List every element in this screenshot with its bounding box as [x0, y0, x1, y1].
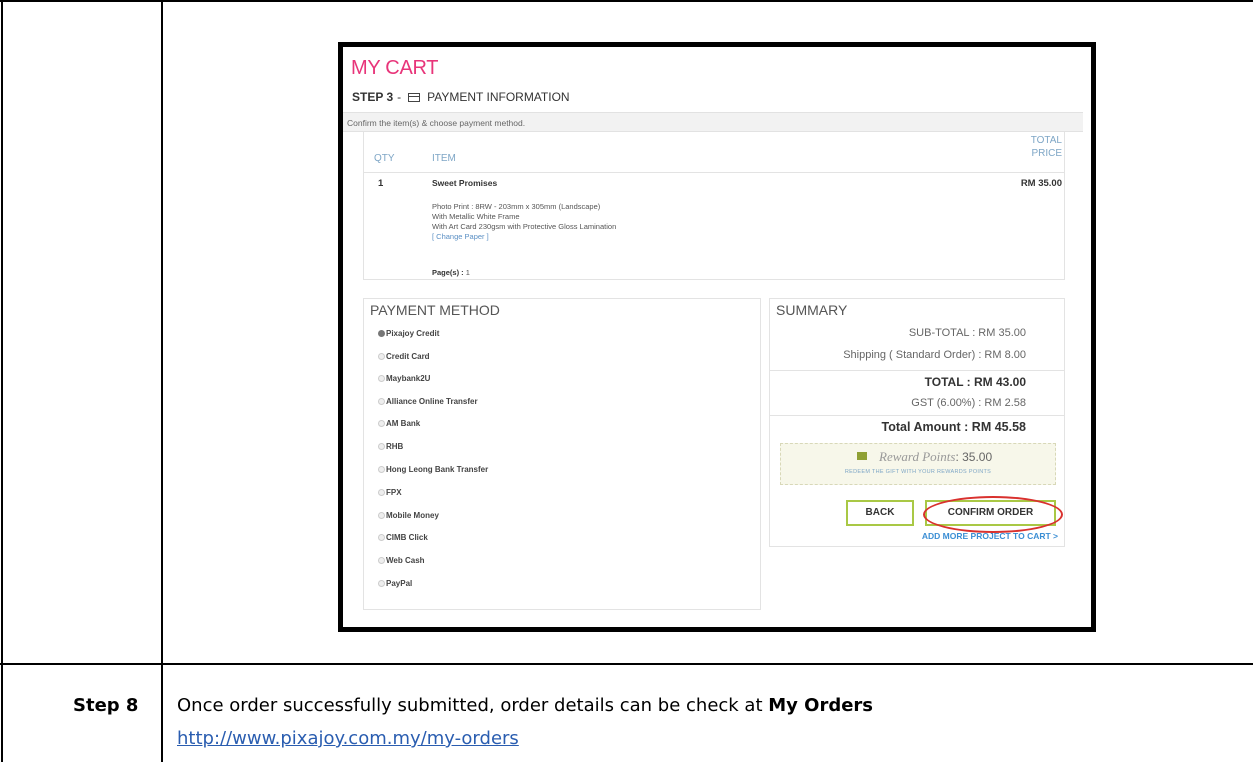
payment-option-label: RHB: [386, 442, 404, 451]
radio-button[interactable]: [378, 353, 385, 360]
payment-option-label: FPX: [386, 488, 402, 497]
column-header-total-line1: TOTAL: [1030, 135, 1062, 146]
cart-title: MY CART: [351, 57, 439, 79]
payment-option[interactable]: Pixajoy Credit: [378, 329, 439, 338]
payment-option[interactable]: CIMB Click: [378, 533, 428, 542]
credit-card-icon: [408, 92, 421, 102]
table-border-top: [0, 0, 1253, 2]
radio-button[interactable]: [378, 443, 385, 450]
table-border-left: [1, 0, 3, 762]
item-details: Photo Print : 8RW - 203mm x 305mm (Lands…: [432, 202, 616, 242]
column-header-qty: QTY: [374, 153, 395, 164]
reward-points-value: : 35.00: [955, 450, 993, 464]
table-column-divider: [161, 0, 163, 762]
reward-points-box: Reward Points: 35.00 REDEEM THE GIFT WIT…: [780, 443, 1056, 485]
shipping-row: Shipping ( Standard Order) : RM 8.00: [843, 349, 1026, 361]
header-divider: [364, 172, 1064, 173]
step-description: Once order successfully submitted, order…: [177, 695, 873, 716]
table-row-divider: [0, 663, 1253, 665]
item-qty: 1: [378, 178, 384, 189]
payment-option[interactable]: Hong Leong Bank Transfer: [378, 465, 488, 474]
payment-option-label: Alliance Online Transfer: [386, 397, 478, 406]
radio-button[interactable]: [378, 489, 385, 496]
payment-method-panel: PAYMENT METHOD Pixajoy Credit Credit Card…: [363, 298, 761, 610]
subtotal-row: SUB-TOTAL : RM 35.00: [908, 327, 1026, 339]
summary-divider: [770, 370, 1064, 371]
column-header-total-line2: PRICE: [1031, 148, 1062, 159]
summary-divider: [770, 415, 1064, 416]
total-amount-row: Total Amount : RM 45.58: [881, 420, 1026, 434]
item-detail-line: With Metallic White Frame: [432, 212, 520, 221]
gift-icon: [857, 452, 867, 460]
reward-points-subtitle: REDEEM THE GIFT WITH YOUR REWARDS POINTS: [844, 469, 992, 475]
column-header-item: ITEM: [432, 153, 456, 164]
radio-button[interactable]: [378, 375, 385, 382]
payment-option-label: Maybank2U: [386, 374, 431, 383]
payment-option[interactable]: RHB: [378, 442, 403, 451]
radio-button[interactable]: [378, 466, 385, 473]
payment-option-label: Mobile Money: [386, 511, 439, 520]
payment-option[interactable]: Credit Card: [378, 352, 430, 361]
change-paper-link[interactable]: [ Change Paper ]: [432, 232, 616, 242]
confirm-order-button[interactable]: CONFIRM ORDER: [925, 500, 1056, 526]
radio-button[interactable]: [378, 330, 385, 337]
pages-value: 1: [465, 268, 470, 277]
payment-option[interactable]: Mobile Money: [378, 511, 439, 520]
my-orders-text: My Orders: [768, 695, 874, 716]
my-orders-link[interactable]: http://www.pixajoy.com.my/my-orders: [177, 728, 519, 749]
step-label: Step 8: [73, 695, 139, 716]
payment-option[interactable]: Maybank2U: [378, 374, 430, 383]
radio-button[interactable]: [378, 557, 385, 564]
item-pages: Page(s) : 1: [432, 268, 470, 277]
item-price: RM 35.00: [1020, 178, 1062, 189]
step-description-text: Once order successfully submitted, order…: [177, 695, 769, 716]
instruction-bar: Confirm the item(s) & choose payment met…: [343, 112, 1083, 132]
item-detail-line: Photo Print : 8RW - 203mm x 305mm (Lands…: [432, 202, 601, 211]
payment-method-title: PAYMENT METHOD: [370, 302, 500, 318]
step-title: PAYMENT INFORMATION: [427, 90, 570, 104]
payment-option-label: PayPal: [386, 579, 413, 588]
summary-panel: SUMMARY SUB-TOTAL : RM 35.00 Shipping ( …: [769, 298, 1065, 547]
payment-option[interactable]: Web Cash: [378, 556, 425, 565]
radio-button[interactable]: [378, 512, 385, 519]
reward-points-label: Reward Points: [879, 449, 956, 464]
item-detail-line: With Art Card 230gsm with Protective Glo…: [432, 222, 617, 231]
total-row: TOTAL : RM 43.00: [924, 375, 1026, 389]
payment-option-label: Credit Card: [386, 352, 430, 361]
summary-title: SUMMARY: [776, 302, 848, 318]
radio-button[interactable]: [378, 420, 385, 427]
back-button[interactable]: BACK: [846, 500, 914, 526]
pages-label: Page(s) :: [432, 268, 464, 277]
add-more-project-link[interactable]: ADD MORE PROJECT TO CART >: [922, 531, 1058, 541]
cart-screenshot: MY CART STEP 3 - PAYMENT INFORMATION Con…: [338, 42, 1096, 632]
step-heading: STEP 3 - PAYMENT INFORMATION: [352, 90, 570, 104]
radio-button[interactable]: [378, 580, 385, 587]
radio-button[interactable]: [378, 534, 385, 541]
payment-option[interactable]: AM Bank: [378, 419, 420, 428]
payment-option-label: Pixajoy Credit: [386, 329, 440, 338]
payment-option-label: Web Cash: [386, 556, 425, 565]
item-name: Sweet Promises: [432, 178, 498, 188]
reward-points: Reward Points: 35.00: [879, 449, 992, 465]
gst-row: GST (6.00%) : RM 2.58: [911, 397, 1026, 409]
step-number: STEP 3: [352, 90, 394, 104]
step-separator: -: [397, 90, 402, 104]
payment-option[interactable]: Alliance Online Transfer: [378, 397, 478, 406]
payment-option[interactable]: FPX: [378, 488, 402, 497]
radio-button[interactable]: [378, 398, 385, 405]
payment-option-label: AM Bank: [386, 419, 421, 428]
payment-option-label: Hong Leong Bank Transfer: [386, 465, 489, 474]
payment-option-label: CIMB Click: [386, 533, 428, 542]
column-header-total-price: TOTAL PRICE: [1031, 134, 1062, 160]
cart-items-table: QTY ITEM TOTAL PRICE 1 Sweet Promises RM…: [363, 132, 1065, 280]
payment-option[interactable]: PayPal: [378, 579, 412, 588]
